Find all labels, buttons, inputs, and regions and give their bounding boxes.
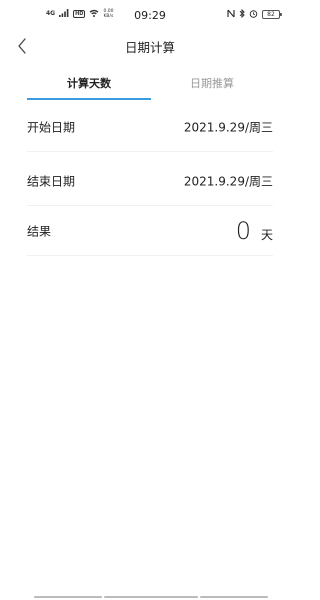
nav-gesture-bar-center bbox=[104, 596, 198, 598]
status-bar: 4G HD 0.00 KB/s 09:29 82 bbox=[0, 0, 300, 32]
tab-count-days[interactable]: 计算天数 bbox=[27, 66, 151, 100]
active-tab-indicator bbox=[27, 98, 151, 100]
start-date-row[interactable]: 开始日期 2021.9.29/周三 bbox=[27, 102, 273, 152]
nfc-icon bbox=[227, 9, 235, 20]
result-unit: 天 bbox=[260, 227, 273, 242]
result-number: 0 bbox=[235, 216, 251, 245]
title-bar: 日期计算 bbox=[0, 32, 300, 60]
alarm-icon bbox=[249, 9, 258, 20]
tab-date-projection[interactable]: 日期推算 bbox=[150, 66, 274, 100]
start-date-value[interactable]: 2021.9.29/周三 bbox=[184, 118, 273, 135]
nav-gesture-bar-left bbox=[34, 596, 102, 598]
battery-icon: 82 bbox=[262, 10, 282, 19]
battery-level: 82 bbox=[267, 11, 275, 18]
result-row: 结果 0 天 bbox=[27, 206, 273, 256]
result-value-group: 0 天 bbox=[236, 217, 273, 245]
nav-gesture-bar-right bbox=[200, 596, 268, 598]
end-date-label: 结束日期 bbox=[27, 174, 76, 188]
result-label: 结果 bbox=[27, 224, 52, 238]
end-date-value[interactable]: 2021.9.29/周三 bbox=[184, 172, 273, 189]
end-date-row[interactable]: 结束日期 2021.9.29/周三 bbox=[27, 156, 273, 206]
start-date-label: 开始日期 bbox=[27, 120, 76, 134]
bluetooth-icon bbox=[239, 8, 245, 20]
page-title: 日期计算 bbox=[124, 40, 175, 55]
status-right: 82 bbox=[227, 8, 282, 20]
tab-bar: 计算天数 日期推算 bbox=[0, 66, 300, 102]
